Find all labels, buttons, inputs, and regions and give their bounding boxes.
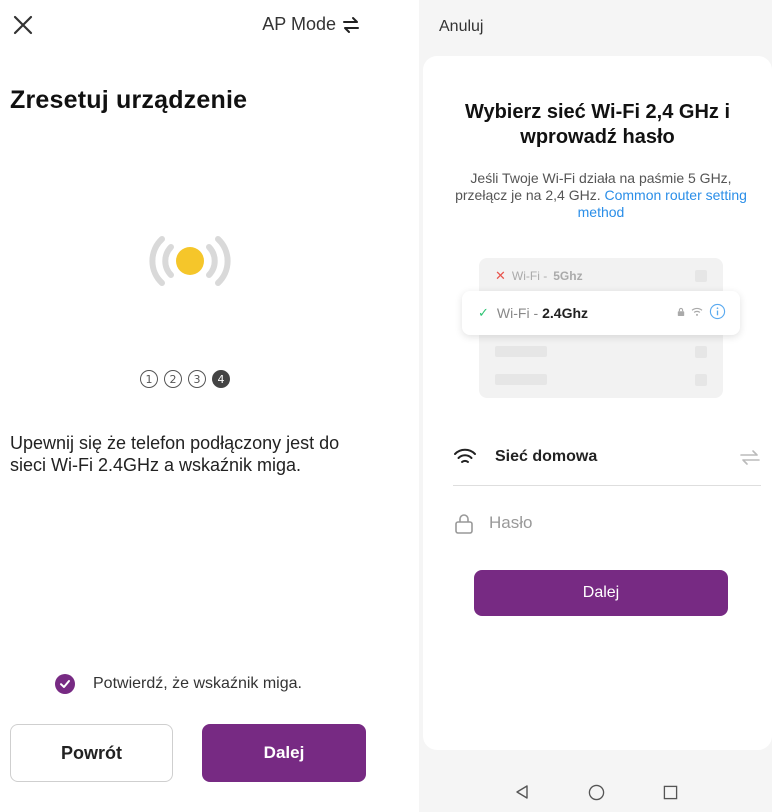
next-button[interactable]: Dalej (474, 570, 728, 616)
network-selector[interactable]: Sieć domowa (453, 428, 761, 486)
wifi-24ghz-prefix: Wi-Fi - (496, 305, 539, 321)
swap-arrows-icon[interactable] (739, 448, 761, 466)
lock-small-icon (677, 307, 685, 316)
cross-icon: ✕ (495, 268, 506, 283)
reset-device-screen: AP Mode Zresetuj urządzenie 1 2 3 4 Upew… (0, 0, 390, 812)
confirm-checkbox[interactable]: Potwierdź, że wskaźnik miga. (55, 674, 302, 694)
ap-mode-label: AP Mode (262, 14, 336, 34)
placeholder-block (695, 346, 707, 358)
wifi-title: Wybierz sieć Wi-Fi 2,4 GHz i wprowadź ha… (464, 101, 731, 148)
wifi-icon (453, 447, 477, 467)
page-title: Zresetuj urządzenie (10, 86, 248, 114)
step-dot-1: 1 (140, 370, 158, 388)
step-dot-2: 2 (164, 370, 182, 388)
ap-mode-toggle[interactable]: AP Mode (262, 14, 360, 35)
square-recents-icon[interactable] (663, 785, 678, 800)
step-dot-3: 3 (188, 370, 206, 388)
blinking-light-icon (140, 226, 240, 296)
wifi-24ghz-band: 2.4Ghz (542, 305, 589, 321)
placeholder-bar (495, 346, 547, 357)
lock-icon (453, 512, 475, 534)
wifi-5ghz-row: ✕ Wi-Fi - 5Ghz (495, 268, 583, 284)
router-setting-link[interactable]: Common router setting method (578, 187, 747, 220)
password-field-row (453, 508, 761, 538)
wifi-card: Wybierz sieć Wi-Fi 2,4 GHz i wprowadź ha… (423, 56, 772, 750)
checkmark-circle-icon[interactable] (55, 674, 75, 694)
android-nav-bar (419, 772, 772, 812)
password-input[interactable] (489, 513, 729, 533)
placeholder-bar (495, 374, 547, 385)
network-name: Sieć domowa (495, 447, 598, 465)
next-button[interactable]: Dalej (202, 724, 366, 782)
instruction-text: Upewnij się że telefon podłączony jest d… (10, 433, 340, 475)
back-button[interactable]: Powrót (10, 724, 173, 782)
step-indicator: 1 2 3 4 (140, 370, 230, 388)
info-icon (709, 303, 726, 320)
cancel-link[interactable]: Anuluj (439, 18, 483, 36)
placeholder-block (695, 374, 707, 386)
confirm-label: Potwierdź, że wskaźnik miga. (93, 675, 302, 692)
wifi-5ghz-prefix: Wi-Fi - (511, 269, 548, 283)
wifi-setup-screen: Anuluj Wybierz sieć Wi-Fi 2,4 GHz i wpro… (419, 0, 772, 812)
step-dot-4-active: 4 (212, 370, 230, 388)
wifi-subtitle: Jeśli Twoje Wi-Fi działa na paśmie 5 GHz… (451, 170, 751, 221)
wifi-24ghz-row: ✓ Wi-Fi - 2.4Ghz (462, 291, 740, 335)
check-icon: ✓ (478, 305, 489, 320)
wifi-row-icons (677, 303, 726, 320)
swap-arrows-icon (342, 16, 360, 34)
triangle-back-icon[interactable] (514, 784, 530, 800)
wifi-small-icon (691, 307, 703, 316)
close-icon[interactable] (10, 12, 36, 38)
wifi-5ghz-band: 5Ghz (553, 269, 583, 283)
circle-home-icon[interactable] (588, 784, 605, 801)
placeholder-block (695, 270, 707, 282)
